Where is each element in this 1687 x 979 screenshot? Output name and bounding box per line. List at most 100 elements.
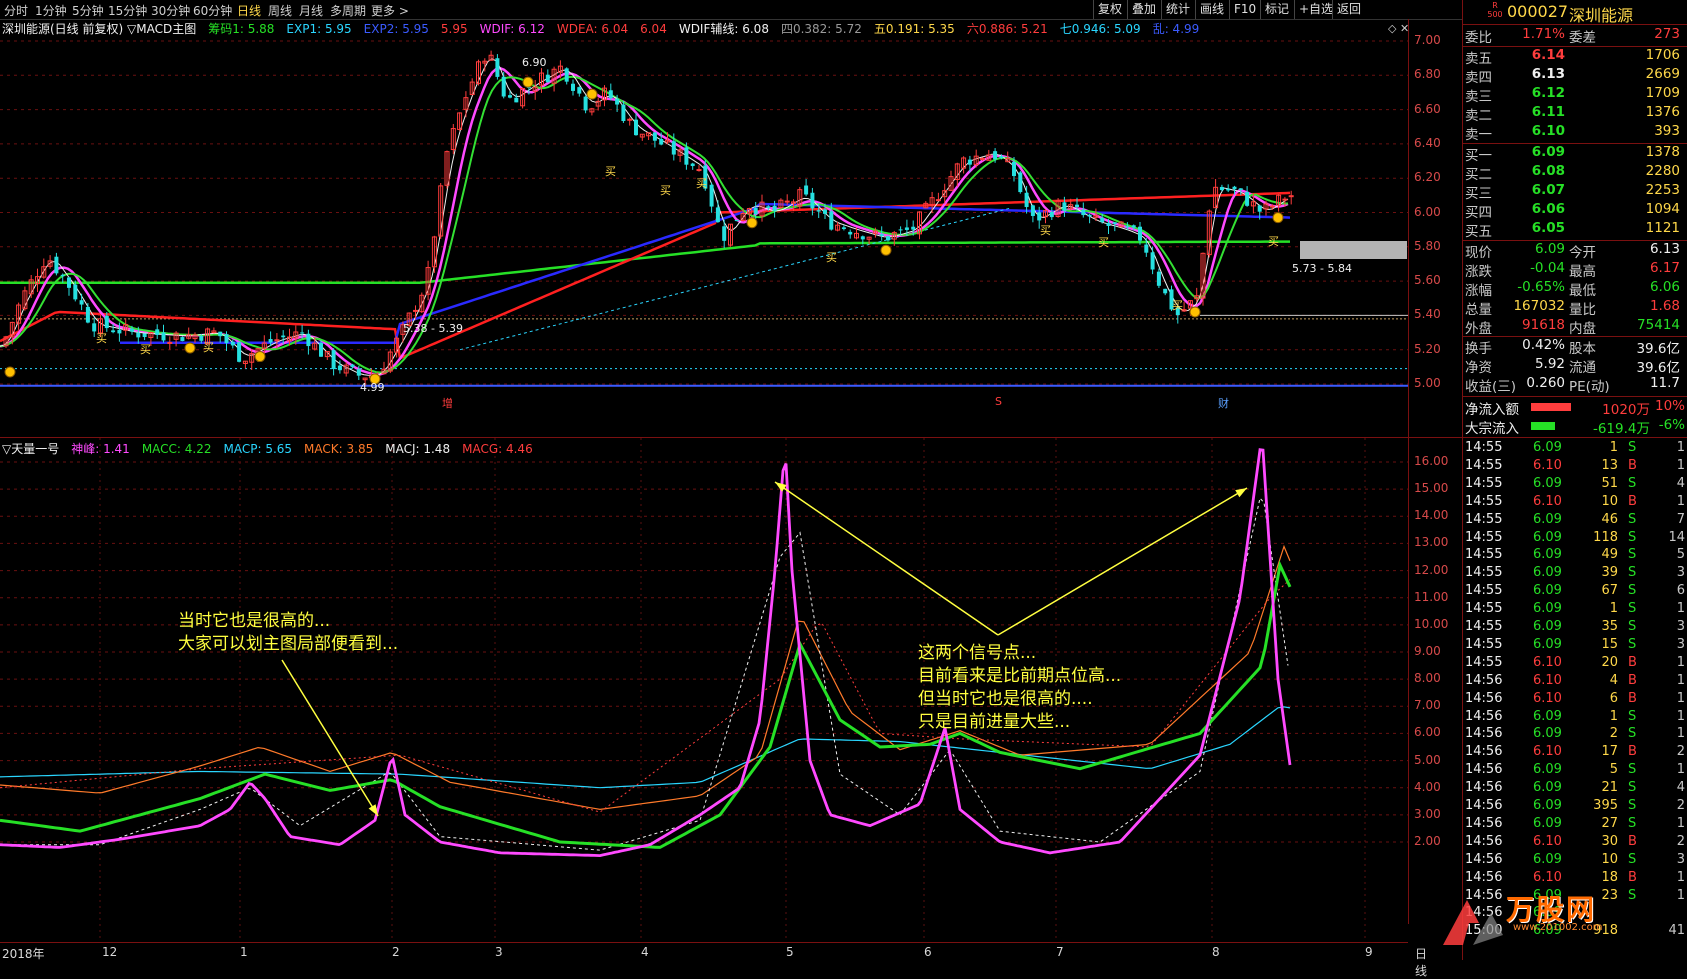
xaxis-label: 6	[924, 945, 932, 959]
stat-label: 净资	[1465, 360, 1492, 376]
candle-body	[180, 337, 185, 342]
indicator-title[interactable]: ▽天量一号	[2, 442, 59, 456]
candle-body	[111, 330, 116, 333]
tick-count: 3	[1676, 565, 1685, 581]
fuquan-button[interactable]: 复权	[1093, 0, 1126, 19]
f10-button[interactable]: F10	[1229, 0, 1260, 19]
candle-body	[224, 334, 229, 344]
bid-volume: 1121	[1645, 220, 1680, 236]
indicator-axis-label: 14.00	[1414, 508, 1449, 523]
tick-count: 14	[1668, 529, 1685, 545]
overlay-button[interactable]: 叠加	[1127, 0, 1160, 19]
period-tab-monthly[interactable]: 月线	[299, 2, 323, 19]
candle-body	[142, 333, 147, 338]
tick-time: 14:56	[1465, 851, 1503, 867]
tick-count: 1	[1676, 887, 1685, 903]
candle-body	[627, 118, 633, 121]
back-button[interactable]: 返回	[1332, 0, 1365, 19]
stat-label: 流通	[1569, 360, 1596, 376]
tick-count: 1	[1676, 672, 1685, 688]
tick-direction: B	[1628, 744, 1637, 760]
stat-label: 总量	[1465, 302, 1492, 318]
bid-row: 买五 6.05 1121	[1463, 220, 1687, 240]
tick-volume: 46	[1601, 511, 1618, 527]
price-axis-label: 6.00	[1414, 204, 1441, 219]
stat-value: 5.92	[1534, 356, 1565, 372]
period-toolbar: 分时 1分钟 5分钟 15分钟 30分钟 60分钟 日线 周线 月线 多周期 更…	[0, 0, 1462, 20]
candle-body	[85, 306, 90, 323]
candle-body	[167, 341, 173, 344]
period-tab-weekly[interactable]: 周线	[268, 2, 292, 19]
price-axis-label: 5.00	[1414, 376, 1441, 390]
main-indicator-header: 深圳能源(日线 前复权) ▽MACD主图 筹码1: 5.88 EXP1: 5.95 E…	[2, 20, 1211, 36]
candle-body	[1144, 244, 1149, 253]
main-chart-title[interactable]: 深圳能源(日线 前复权) ▽MACD主图	[2, 22, 196, 36]
candle-body	[117, 329, 122, 334]
candle-body	[709, 184, 714, 207]
stat-label: 换手	[1465, 341, 1492, 357]
annotation-right-line2: 目前看来是比前期点位高...	[918, 666, 1122, 686]
annotation-left-line2: 大家可以划主图局部便看到...	[178, 634, 399, 654]
ask-price: 6.13	[1531, 66, 1565, 82]
statistics-button[interactable]: 统计	[1161, 0, 1194, 19]
draw-line-button[interactable]: 画线	[1195, 0, 1228, 19]
main-kline-chart[interactable]	[0, 19, 1408, 438]
period-tab-1min[interactable]: 1分钟	[35, 2, 67, 19]
tick-price: 6.09	[1533, 851, 1562, 867]
flow-amount: 1020万	[1602, 402, 1650, 418]
stock-code: 000027	[1507, 2, 1569, 21]
tick-direction: S	[1628, 780, 1637, 796]
period-tab-multi[interactable]: 多周期	[330, 2, 366, 19]
period-tab-daily[interactable]: 日线	[237, 2, 261, 19]
tick-count: 1	[1676, 726, 1685, 742]
tick-time: 14:56	[1465, 708, 1503, 724]
indicator-axis-label: 15.00	[1414, 481, 1449, 496]
daily-mode-label[interactable]: 日线	[1415, 945, 1427, 979]
period-tab-30min[interactable]: 30分钟	[151, 2, 190, 19]
ask-price: 6.11	[1531, 104, 1565, 120]
tick-direction: S	[1628, 565, 1637, 581]
low-price-label: 4.99	[360, 381, 385, 394]
tick-time: 14:55	[1465, 529, 1503, 545]
stat-label: 涨跌	[1465, 264, 1492, 280]
tick-price: 6.10	[1533, 744, 1562, 760]
tick-count: 3	[1676, 636, 1685, 652]
candle-body	[413, 309, 418, 312]
stat-row: 换手 0.42% 股本 39.6亿	[1463, 337, 1687, 357]
tick-count: 7	[1676, 511, 1685, 527]
period-tab-5min[interactable]: 5分钟	[72, 2, 104, 19]
tick-volume: 67	[1601, 583, 1618, 599]
badge-bottom: 500	[1487, 10, 1503, 19]
buy-label: 买	[203, 341, 214, 354]
xaxis-label: 4	[641, 945, 649, 959]
tick-volume: 51	[1601, 475, 1618, 491]
period-tab-15min[interactable]: 15分钟	[108, 2, 147, 19]
add-watchlist-button[interactable]: +自选	[1294, 0, 1337, 19]
mark-button[interactable]: 标记	[1260, 0, 1293, 19]
tick-price: 6.09	[1533, 583, 1562, 599]
stat-row: 净资 5.92 流通 39.6亿	[1463, 356, 1687, 376]
period-tab-60min[interactable]: 60分钟	[193, 2, 232, 19]
stat-value: 1.68	[1649, 298, 1680, 314]
indicator-value: MACJ: 1.48	[385, 442, 451, 456]
tick-price: 6.10	[1533, 457, 1562, 473]
candle-body	[690, 163, 695, 167]
tick-direction: S	[1628, 583, 1637, 599]
close-icon[interactable]: ◇ ✕	[1388, 22, 1409, 35]
tick-price: 6.09	[1533, 529, 1562, 545]
indicator-chart[interactable]	[0, 438, 1408, 942]
indicator-axis-label: 2.00	[1414, 834, 1441, 848]
stat-label: 量比	[1569, 302, 1596, 318]
main-indicator-value: 七0.946: 5.09	[1059, 22, 1141, 36]
tick-volume: 10	[1601, 851, 1618, 867]
tick-direction: S	[1628, 529, 1637, 545]
candle-body	[722, 226, 727, 241]
tick-price: 6.09	[1533, 475, 1562, 491]
candle-body	[621, 104, 626, 122]
candle-body	[816, 210, 821, 212]
bid-label: 买五	[1465, 224, 1492, 240]
candle-body	[1131, 225, 1136, 228]
tick-time: 14:55	[1465, 565, 1503, 581]
period-tab-fenshi[interactable]: 分时	[4, 2, 28, 19]
period-tab-more[interactable]: 更多 >	[371, 2, 409, 19]
